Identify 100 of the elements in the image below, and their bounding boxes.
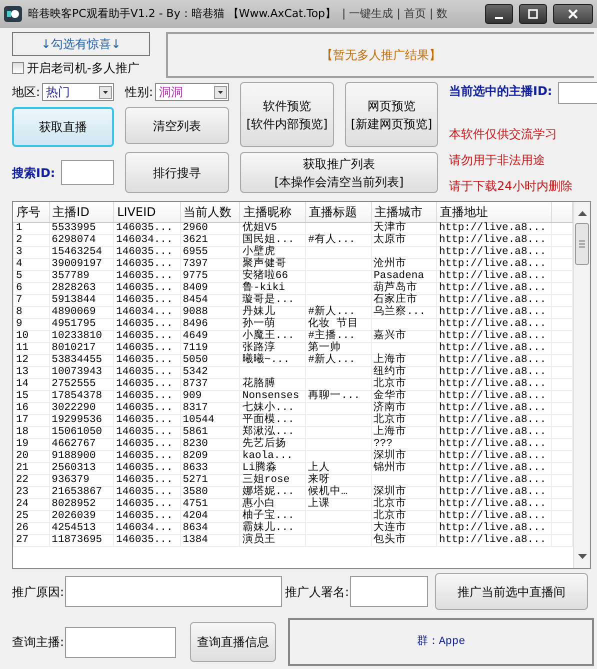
table-cell: 8230 bbox=[180, 438, 240, 450]
column-header[interactable]: 直播地址 bbox=[436, 202, 552, 222]
table-cell: 7397 bbox=[180, 258, 240, 270]
preview-button[interactable]: 网页预览 [新建网页预览] bbox=[345, 82, 438, 147]
table-cell: http://live.a8... bbox=[436, 330, 552, 342]
table-cell: 8209 bbox=[180, 450, 240, 462]
search-id-field[interactable] bbox=[61, 160, 114, 185]
table-cell: 先艺后扬 bbox=[240, 438, 306, 450]
table-cell: 21653867 bbox=[49, 486, 114, 498]
table-cell: 146035... bbox=[114, 450, 180, 462]
table-cell: 11873695 bbox=[49, 534, 114, 546]
table-cell: 9088 bbox=[180, 306, 240, 318]
table-cell: http://live.a8... bbox=[436, 306, 552, 318]
checkbox[interactable] bbox=[12, 62, 24, 74]
table-cell: 候机中… bbox=[306, 486, 372, 498]
column-header[interactable]: LIVEID bbox=[114, 202, 180, 222]
promo-list-button[interactable]: 获取推广列表 [本操作会清空当前列表] bbox=[240, 152, 438, 193]
table-cell: 17854378 bbox=[49, 390, 114, 402]
table-cell: http://live.a8... bbox=[436, 390, 552, 402]
promoter-field[interactable] bbox=[350, 576, 428, 607]
table-cell: 146035... bbox=[114, 270, 180, 282]
table-cell: 国民姐... bbox=[240, 234, 306, 246]
table-cell: 146035... bbox=[114, 354, 180, 366]
table-cell: 146035... bbox=[114, 498, 180, 510]
scroll-up-icon[interactable] bbox=[578, 210, 586, 216]
table-cell: Nonsenses bbox=[240, 390, 306, 402]
clear-list-button[interactable]: 清空列表 bbox=[125, 107, 229, 144]
close-button[interactable] bbox=[553, 4, 593, 24]
table-cell: http://live.a8... bbox=[436, 282, 552, 294]
table-cell: http://live.a8... bbox=[436, 270, 552, 282]
column-header[interactable]: 序号 bbox=[14, 202, 50, 222]
search-id-label: 搜索ID: bbox=[12, 164, 56, 182]
table-cell: 8633 bbox=[180, 462, 240, 474]
dropdown[interactable]: 热门 bbox=[42, 83, 114, 101]
scroll-thumb[interactable] bbox=[575, 223, 589, 265]
table-cell: 9 bbox=[14, 318, 50, 330]
table-cell: 10 bbox=[14, 330, 50, 342]
table-cell: 6955 bbox=[180, 246, 240, 258]
table-cell: 9775 bbox=[180, 270, 240, 282]
maximize-button[interactable] bbox=[519, 4, 547, 24]
table-cell: 8409 bbox=[180, 282, 240, 294]
table-cell: http://live.a8... bbox=[436, 378, 552, 390]
get-live-button[interactable]: 获取直播 bbox=[12, 107, 114, 147]
notice-text: 本软件仅供交流学习 bbox=[449, 126, 558, 143]
table-cell: 1384 bbox=[180, 534, 240, 546]
table-cell: 5 bbox=[14, 270, 50, 282]
table-cell: 2560313 bbox=[49, 462, 114, 474]
table-cell: 39009197 bbox=[49, 258, 114, 270]
table-cell: http://live.a8... bbox=[436, 258, 552, 270]
table-cell: 4254513 bbox=[49, 522, 114, 534]
preview-button[interactable]: 软件预览 [软件内部预览] bbox=[240, 82, 334, 147]
table-cell: 丹妹儿 bbox=[240, 306, 306, 318]
table-cell: 深圳市 bbox=[371, 450, 437, 462]
table-cell: 石家庄市 bbox=[371, 294, 437, 306]
table-cell: Pasadena bbox=[371, 270, 437, 282]
selected-id-label: 当前选中的主播ID: bbox=[449, 83, 552, 100]
column-header[interactable]: 主播昵称 bbox=[240, 202, 306, 222]
table-cell: #有人... bbox=[306, 234, 372, 246]
table-cell: 柚子宝... bbox=[240, 510, 306, 522]
column-header[interactable]: 主播ID bbox=[49, 202, 114, 222]
table-cell: 146035... bbox=[114, 366, 180, 378]
column-header[interactable]: 主播城市 bbox=[371, 202, 437, 222]
table-cell: 葫芦岛市 bbox=[371, 282, 437, 294]
dropdown[interactable]: 洞洞 bbox=[155, 83, 229, 101]
column-header[interactable]: 直播标题 bbox=[306, 202, 372, 222]
table-cell: 146034... bbox=[114, 522, 180, 534]
table-cell: 357789 bbox=[49, 270, 114, 282]
table-cell: 锦州市 bbox=[371, 462, 437, 474]
promo-reason-field[interactable] bbox=[65, 576, 282, 607]
table-cell: 23 bbox=[14, 486, 50, 498]
table-cell: 北京市 bbox=[371, 498, 437, 510]
table-cell: 嘉兴市 bbox=[371, 330, 437, 342]
filter-label: 性别: bbox=[125, 84, 154, 101]
table-cell: 8634 bbox=[180, 522, 240, 534]
rank-search-button[interactable]: 排行搜寻 bbox=[125, 152, 229, 193]
surprise-button[interactable]: ↓勾选有惊喜↓ bbox=[12, 32, 150, 56]
query-button[interactable]: 查询直播信息 bbox=[190, 622, 276, 662]
scrollbar[interactable] bbox=[573, 202, 590, 568]
selected-id-field[interactable] bbox=[558, 82, 597, 104]
table-cell: 3621 bbox=[180, 234, 240, 246]
query-anchor-field[interactable] bbox=[65, 626, 176, 658]
table-cell: 上课 bbox=[306, 498, 372, 510]
scroll-down-icon[interactable] bbox=[578, 554, 586, 560]
table-cell: 146035... bbox=[114, 402, 180, 414]
table-cell: 15 bbox=[14, 390, 50, 402]
minimize-button[interactable] bbox=[485, 4, 513, 24]
table-cell: 乌兰察... bbox=[371, 306, 437, 318]
table-cell: #新人... bbox=[306, 354, 372, 366]
table-cell: 10233810 bbox=[49, 330, 114, 342]
table-cell: 北京市 bbox=[371, 510, 437, 522]
notice-text: 请于下载24小时内删除 bbox=[449, 178, 574, 195]
notice-text: 请勿用于非法用途 bbox=[449, 152, 546, 169]
table-cell: 146035... bbox=[114, 390, 180, 402]
table-cell: 19 bbox=[14, 438, 50, 450]
table-cell: http://live.a8... bbox=[436, 462, 552, 474]
table-cell: 17 bbox=[14, 414, 50, 426]
table-cell: 花胳膊 bbox=[240, 378, 306, 390]
table-cell: 8010217 bbox=[49, 342, 114, 354]
promote-button[interactable]: 推广当前选中直播间 bbox=[435, 573, 588, 610]
column-header[interactable]: 当前人数 bbox=[180, 202, 240, 222]
